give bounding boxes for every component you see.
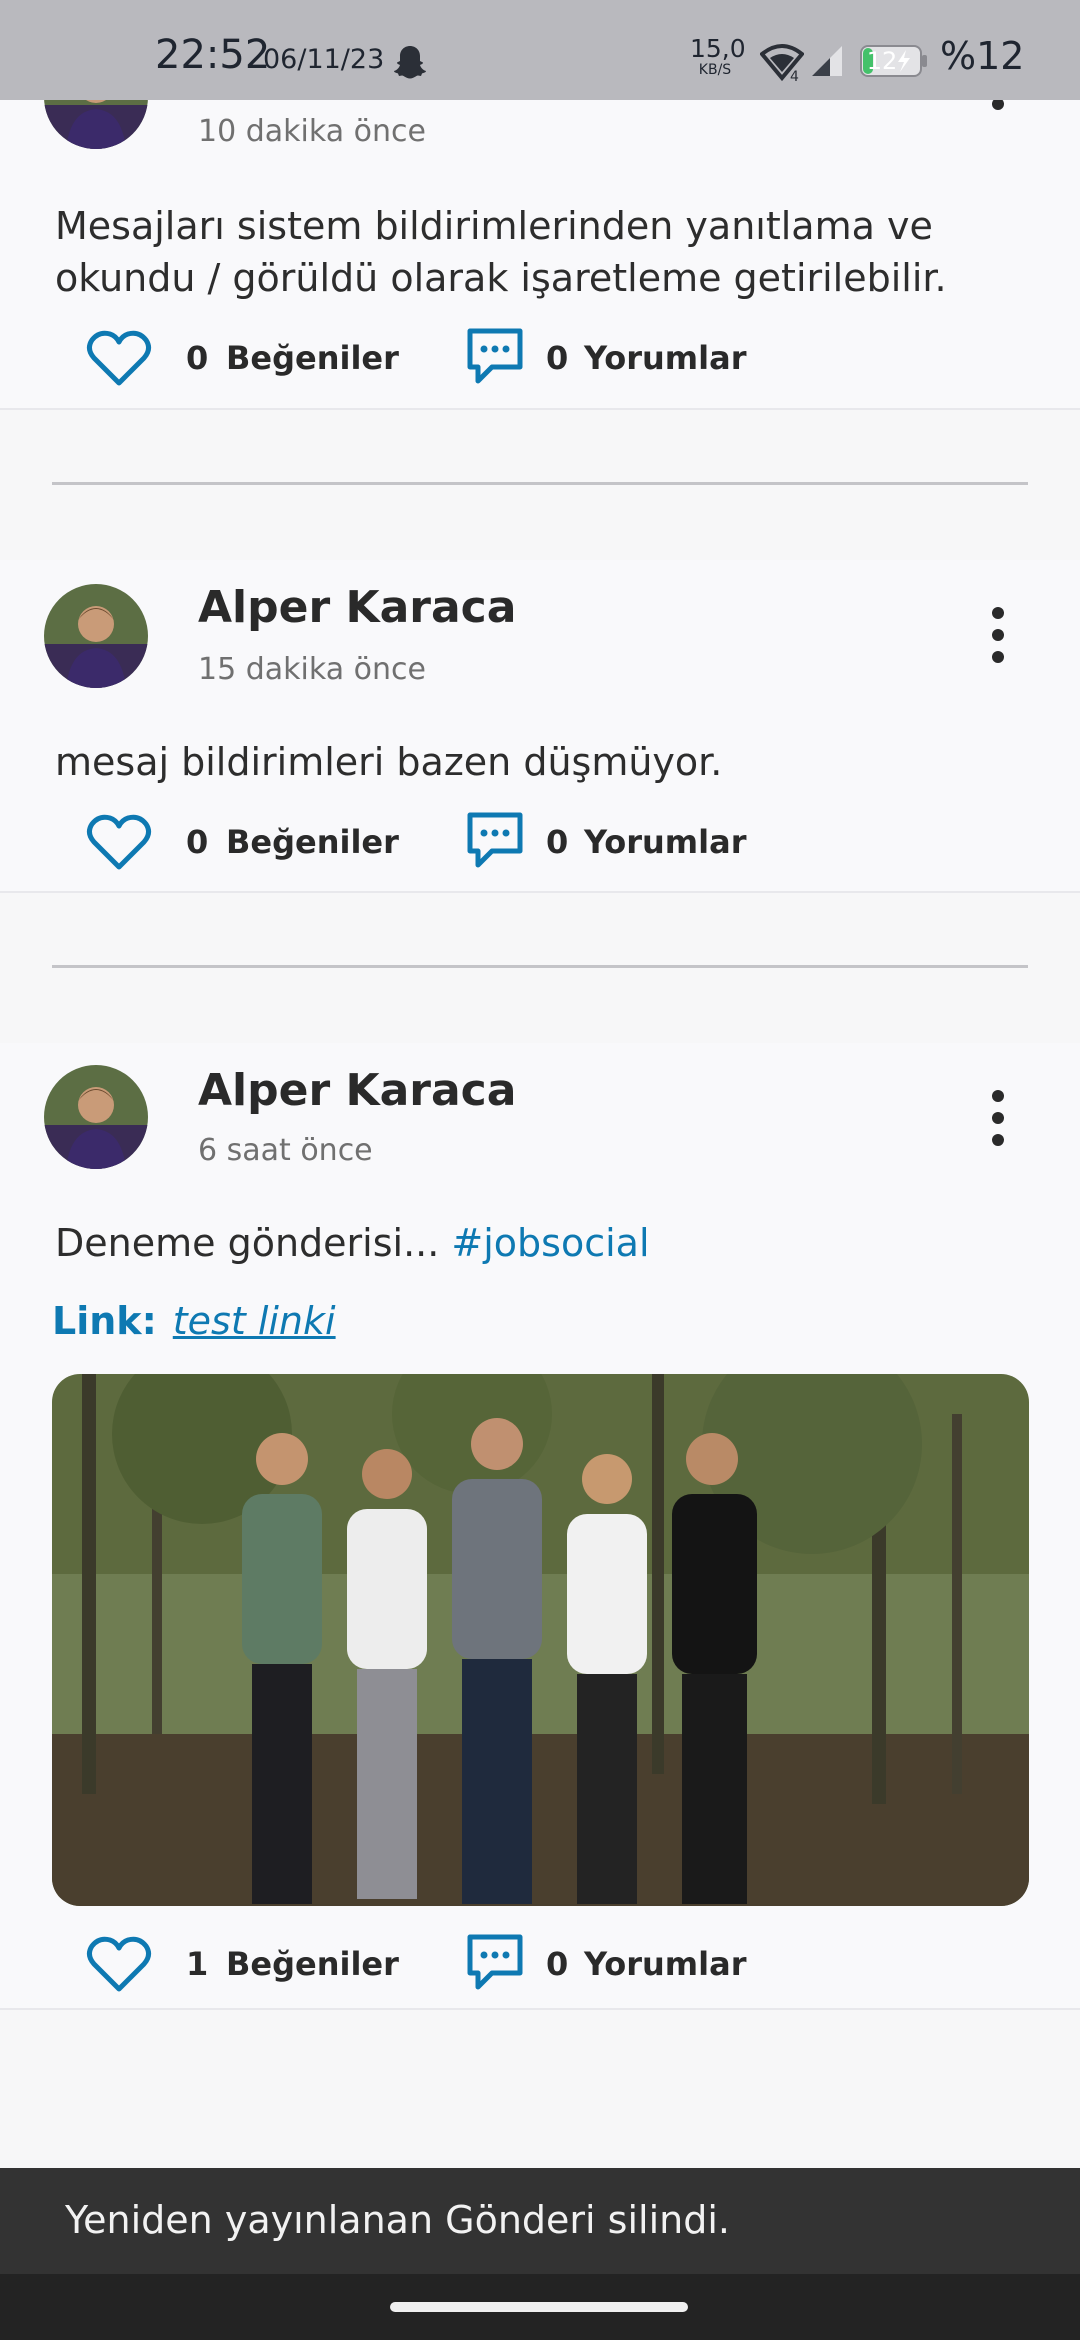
author-avatar[interactable] bbox=[44, 584, 148, 688]
group-photo bbox=[52, 1374, 1029, 1906]
status-date: 06/11/23 bbox=[263, 44, 385, 75]
post-actions: 1 Beğeniler 0 Yorumlar bbox=[0, 1931, 1080, 2001]
network-speed-unit: KB/S bbox=[698, 62, 732, 78]
heart-outline-icon[interactable] bbox=[86, 329, 152, 389]
like-label[interactable]: Beğeniler bbox=[226, 1945, 399, 1983]
like-label[interactable]: Beğeniler bbox=[226, 823, 399, 861]
like-count: 1 bbox=[186, 1945, 209, 1983]
post-text: mesaj bildirimleri bazen düşmüyor. bbox=[55, 740, 723, 784]
post-divider bbox=[52, 965, 1028, 968]
status-time: 22:52 bbox=[155, 32, 271, 78]
post-time: 15 dakika önce bbox=[198, 652, 426, 687]
hashtag-link[interactable]: #jobsocial bbox=[451, 1221, 649, 1265]
post-link[interactable]: test linki bbox=[173, 1299, 336, 1343]
more-vertical-icon[interactable] bbox=[984, 1088, 1012, 1148]
comment-label[interactable]: Yorumlar bbox=[584, 1945, 746, 1983]
avatar-photo bbox=[44, 584, 148, 688]
post-divider bbox=[52, 482, 1028, 485]
system-nav-bar bbox=[0, 2274, 1080, 2340]
more-vertical-icon[interactable] bbox=[984, 605, 1012, 665]
network-speed-value: 15,0 bbox=[690, 34, 746, 63]
post-time: 10 dakika önce bbox=[198, 114, 426, 149]
heart-outline-icon[interactable] bbox=[86, 813, 152, 873]
comment-bubble-icon[interactable] bbox=[464, 325, 526, 389]
snapchat-ghost-icon bbox=[394, 46, 426, 79]
wifi-icon: 4 bbox=[760, 44, 804, 82]
post-actions: 0 Beğeniler 0 Yorumlar bbox=[0, 809, 1080, 879]
snackbar: Yeniden yayınlanan Gönderi silindi. bbox=[0, 2168, 1080, 2274]
comment-count: 0 bbox=[546, 339, 569, 377]
post-text: Deneme gönderisi... #jobsocial bbox=[55, 1217, 1035, 1269]
comment-label[interactable]: Yorumlar bbox=[584, 339, 746, 377]
post-text: Mesajları sistem bildirimlerinden yanıtl… bbox=[55, 204, 947, 300]
post-author[interactable]: Alper Karaca bbox=[198, 1065, 516, 1116]
post-card: Alper Karaca 6 saat önce Deneme gönderis… bbox=[0, 1043, 1080, 2010]
snackbar-message: Yeniden yayınlanan Gönderi silindi. bbox=[65, 2198, 730, 2242]
author-avatar[interactable] bbox=[44, 1065, 148, 1169]
post-actions: 0 Beğeniler 0 Yorumlar bbox=[0, 325, 1080, 395]
like-count: 0 bbox=[186, 823, 209, 861]
like-count: 0 bbox=[186, 339, 209, 377]
avatar-photo bbox=[44, 1065, 148, 1169]
post-link-row: Link: test linki bbox=[52, 1299, 336, 1343]
heart-outline-icon[interactable] bbox=[86, 1935, 152, 1995]
link-label: Link: bbox=[52, 1299, 157, 1343]
comment-bubble-icon[interactable] bbox=[464, 809, 526, 873]
post-time: 6 saat önce bbox=[198, 1133, 373, 1168]
battery-level-text: 12 bbox=[866, 47, 898, 75]
comment-label[interactable]: Yorumlar bbox=[584, 823, 746, 861]
post-card: Alper Karaca 15 dakika önce mesaj bildir… bbox=[0, 560, 1080, 893]
comment-count: 0 bbox=[546, 823, 569, 861]
home-gesture-handle[interactable] bbox=[390, 2302, 688, 2312]
post-image[interactable] bbox=[52, 1374, 1029, 1906]
battery-percent: %12 bbox=[940, 34, 1025, 78]
status-bar: 22:52 06/11/23 15,0 KB/S 4 12 %12 bbox=[0, 0, 1080, 100]
post-author[interactable]: Alper Karaca bbox=[198, 582, 516, 633]
cell-signal-icon bbox=[812, 46, 842, 76]
wifi-badge: 4 bbox=[790, 69, 799, 82]
post-text-content: Deneme gönderisi... bbox=[55, 1221, 452, 1265]
comment-count: 0 bbox=[546, 1945, 569, 1983]
comment-bubble-icon[interactable] bbox=[464, 1931, 526, 1995]
network-speed: 15,0 KB/S bbox=[690, 34, 746, 79]
like-label[interactable]: Beğeniler bbox=[226, 339, 399, 377]
